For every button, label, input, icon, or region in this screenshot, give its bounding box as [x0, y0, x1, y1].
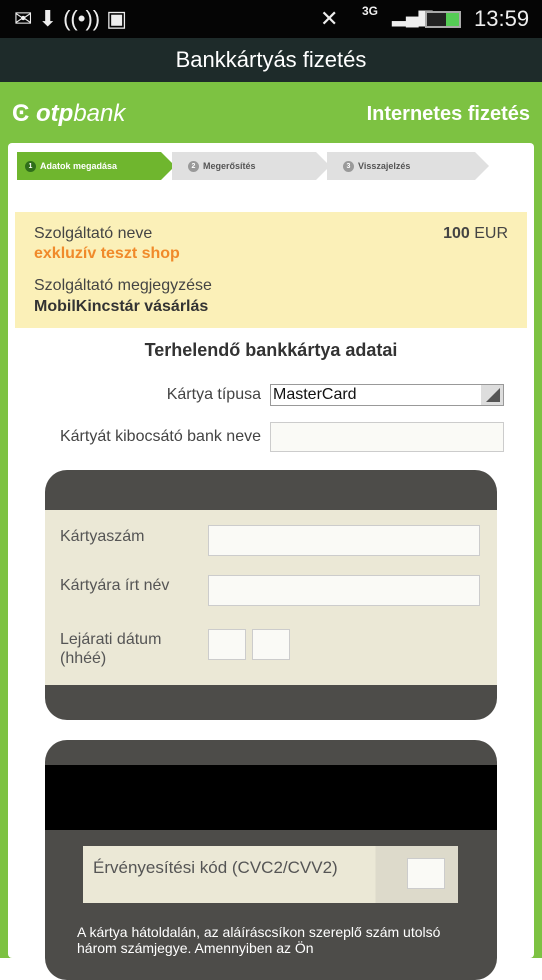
cvc-input[interactable]	[407, 858, 445, 889]
magnetic-stripe	[45, 765, 497, 830]
card-front-body: Kártyaszám Kártyára írt név Lejárati dát…	[45, 510, 497, 685]
bank-name-label: Kártyát kibocsátó bank neve	[59, 428, 261, 445]
card-type-select[interactable]: MasterCard	[270, 384, 504, 406]
notification-icons: ✉ ⬇ ((•)) ▣	[14, 6, 127, 31]
amount: 100 EUR	[443, 225, 508, 242]
step-2: 2 Megerősítés	[172, 152, 330, 180]
card-front: Kártyaszám Kártyára írt név Lejárati dát…	[45, 470, 497, 720]
expiry-year-input[interactable]	[252, 629, 290, 660]
merchant-info: Szolgáltató neve exkluzív teszt shop 100…	[15, 212, 527, 328]
otp-logo: Ͼ otpbank	[12, 100, 126, 127]
merchant-note-label: Szolgáltató megjegyzése	[34, 277, 212, 294]
merchant-name: exkluzív teszt shop	[34, 245, 180, 262]
status-bar: ✉ ⬇ ((•)) ▣ ✕ 3G ▂▄▆ 13:59	[0, 0, 542, 38]
step-1: 1 Adatok megadása	[17, 152, 175, 180]
card-type-value: MasterCard	[273, 386, 357, 403]
page-title: Bankkártyás fizetés	[0, 38, 542, 82]
expiry-label: Lejárati dátum (hhéé)	[60, 631, 162, 667]
cvc-help-text: A kártya hátoldalán, az aláíráscsíkon sz…	[77, 924, 441, 956]
merchant-name-label: Szolgáltató neve	[34, 225, 153, 242]
network-type: 3G	[362, 4, 379, 18]
signal-icons: ✕	[320, 6, 339, 31]
otp-logo-icon: Ͼ	[12, 100, 36, 127]
step-3: 3 Visszajelzés	[327, 152, 489, 180]
battery-icon	[425, 11, 461, 28]
cardholder-name-input[interactable]	[208, 575, 480, 606]
card-type-label: Kártya típusa	[166, 386, 261, 403]
card-back: Érvényesítési kód (CVC2/CVV2) A kártya h…	[45, 740, 497, 980]
cardholder-name-label: Kártyára írt név	[60, 577, 170, 594]
dropdown-arrow-icon	[481, 385, 503, 405]
clock: 13:59	[474, 6, 530, 31]
signature-strip: Érvényesítési kód (CVC2/CVV2)	[83, 846, 458, 903]
card-section-heading: Terhelendő bankkártya adatai	[144, 340, 398, 360]
card-number-input[interactable]	[208, 525, 480, 556]
merchant-note: MobilKincstár vásárlás	[34, 298, 209, 315]
cvc-label: Érvényesítési kód (CVC2/CVV2)	[93, 858, 338, 877]
bank-name-input[interactable]	[270, 422, 504, 452]
expiry-month-input[interactable]	[208, 629, 246, 660]
section-title: Internetes fizetés	[366, 103, 530, 125]
card-number-label: Kártyaszám	[60, 528, 145, 545]
